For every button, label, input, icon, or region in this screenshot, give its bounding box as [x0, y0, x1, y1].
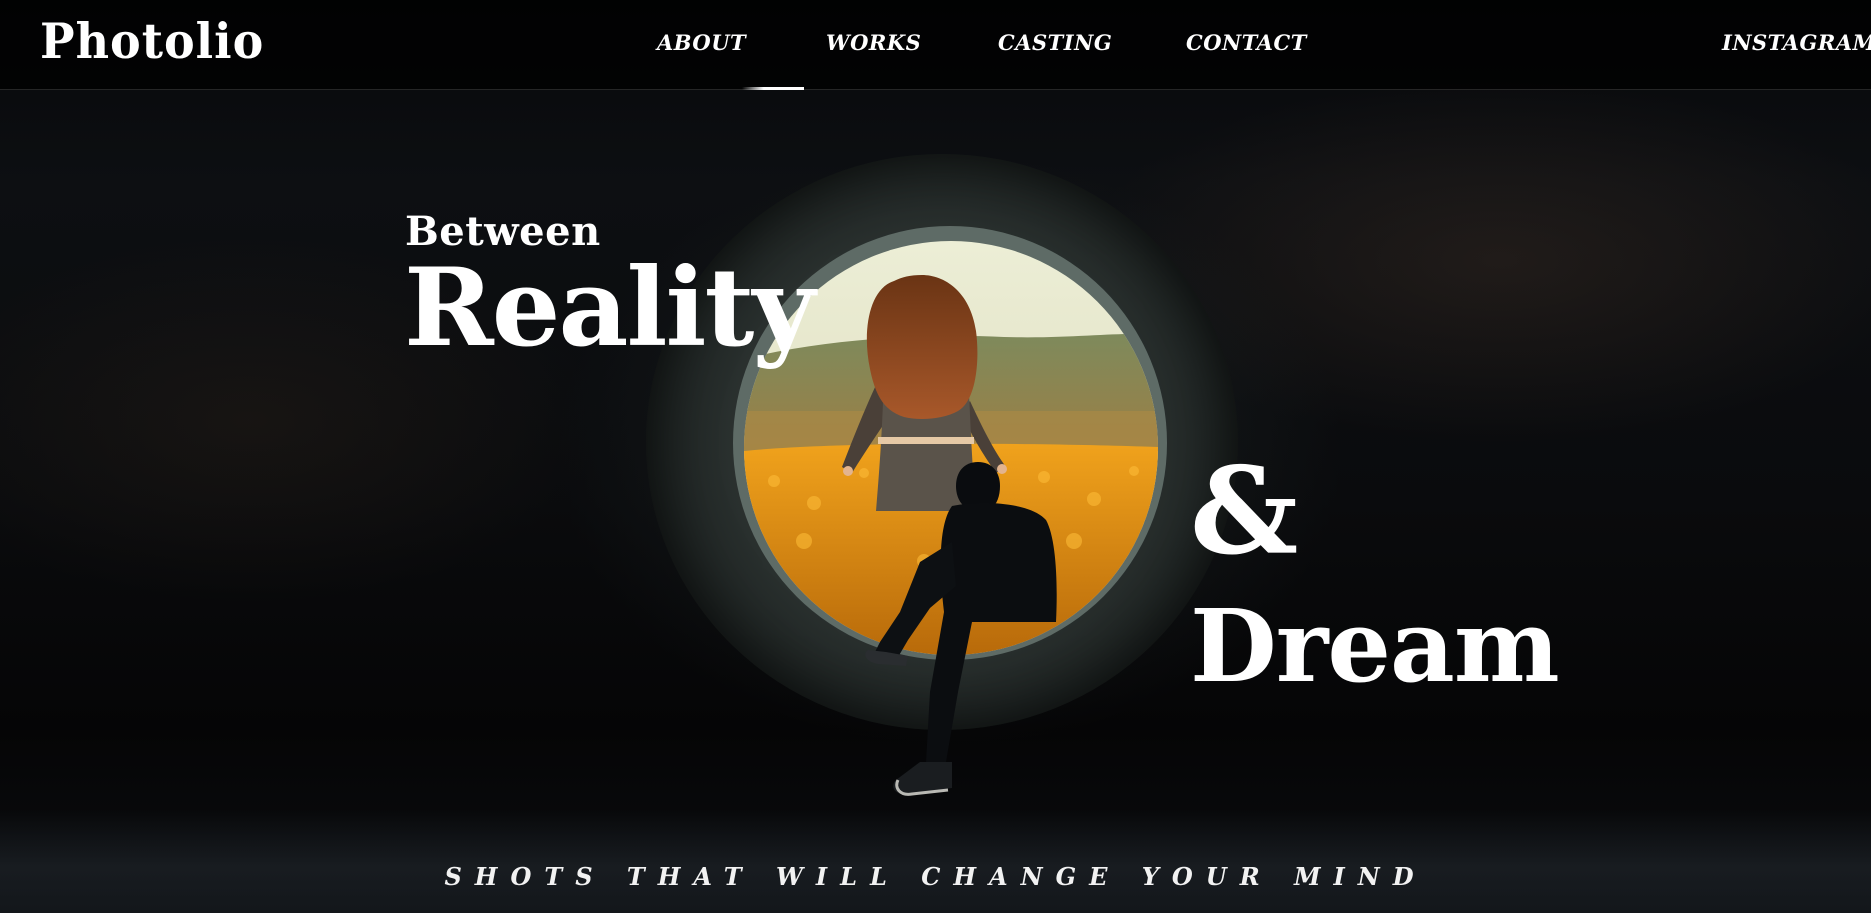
top-navigation: Photolio ABOUT WORKS CASTING CONTACT INS… [0, 0, 1871, 90]
nav-works-link[interactable]: WORKS [826, 30, 921, 55]
nav-casting-link[interactable]: CASTING [998, 30, 1112, 55]
headline-dream: Dream [1190, 587, 1560, 705]
hero-background: Between Reality & Dream SHOTS THAT WILL … [0, 0, 1871, 913]
headline-ampersand: & [1190, 441, 1299, 582]
nav-instagram-link[interactable]: INSTAGRAM [1722, 30, 1871, 55]
nav-about-link[interactable]: ABOUT [657, 30, 746, 55]
nav-contact-link[interactable]: CONTACT [1186, 30, 1307, 55]
headline-reality: Reality [404, 245, 815, 371]
site-logo[interactable]: Photolio [40, 13, 264, 70]
hero-tagline: SHOTS THAT WILL CHANGE YOUR MIND [444, 862, 1427, 891]
seated-person-silhouette [865, 462, 1057, 796]
active-nav-indicator [742, 87, 804, 90]
